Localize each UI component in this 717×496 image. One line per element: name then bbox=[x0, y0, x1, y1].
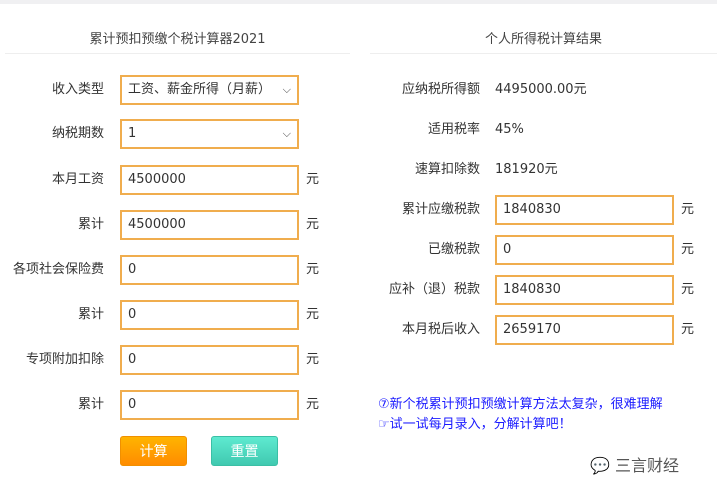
watermark: 💬 三言财经 bbox=[590, 452, 679, 476]
field-input[interactable]: 0 bbox=[120, 345, 299, 375]
period-value: 1 bbox=[128, 126, 137, 141]
field-input[interactable]: 4500000 bbox=[120, 165, 299, 195]
divider bbox=[5, 53, 350, 54]
chevron-down-icon: ⌵ bbox=[282, 83, 291, 96]
field-label: 累计 bbox=[77, 307, 104, 322]
result-title: 个人所得税计算结果 bbox=[484, 32, 602, 47]
unit-label: 元 bbox=[681, 322, 695, 337]
field-label: 各项社会保险费 bbox=[12, 262, 104, 277]
tax-rate-value: 45% bbox=[495, 122, 524, 137]
period-label: 纳税期数 bbox=[51, 126, 104, 141]
income-type-select[interactable]: 工资、薪金所得（月薪） ⌵ bbox=[120, 75, 299, 105]
field-label: 专项附加扣除 bbox=[25, 352, 104, 367]
field-input[interactable]: 0 bbox=[120, 300, 299, 330]
quick-deduction-value: 181920元 bbox=[495, 162, 558, 177]
field-label: 累计应缴税款 bbox=[401, 202, 480, 217]
field-label: 本月工资 bbox=[51, 172, 104, 187]
calculator-title: 累计预扣预缴个税计算器2021 bbox=[89, 32, 266, 47]
field-input[interactable]: 0 bbox=[120, 255, 299, 285]
field-input[interactable]: 0 bbox=[120, 390, 299, 420]
unit-label: 元 bbox=[681, 242, 695, 257]
field-label: 累计 bbox=[77, 217, 104, 232]
taxable-income-value: 4495000.00元 bbox=[495, 82, 587, 97]
unit-label: 元 bbox=[306, 307, 320, 322]
quick-deduction-label: 速算扣除数 bbox=[414, 162, 480, 177]
unit-label: 元 bbox=[681, 282, 695, 297]
top-bar bbox=[0, 0, 717, 4]
field-input[interactable]: 4500000 bbox=[120, 210, 299, 240]
unit-label: 元 bbox=[306, 397, 320, 412]
field-label: 应补（退）税款 bbox=[388, 282, 480, 297]
period-select[interactable]: 1 ⌵ bbox=[120, 119, 299, 149]
income-type-label: 收入类型 bbox=[51, 82, 104, 97]
watermark-text: 三言财经 bbox=[615, 456, 680, 475]
reset-button[interactable]: 重置 bbox=[211, 436, 278, 466]
divider bbox=[370, 53, 717, 54]
tax-rate-label: 适用税率 bbox=[427, 122, 480, 137]
unit-label: 元 bbox=[306, 352, 320, 367]
try-note[interactable]: ☞试一试每月录入，分解计算吧！ bbox=[378, 415, 572, 435]
income-type-value: 工资、薪金所得（月薪） bbox=[128, 82, 272, 97]
unit-label: 元 bbox=[306, 172, 320, 187]
unit-label: 元 bbox=[681, 202, 695, 217]
help-note[interactable]: ⑦新个税累计预扣预缴计算方法太复杂，很难理解 bbox=[378, 395, 663, 415]
field-label: 已缴税款 bbox=[427, 242, 480, 257]
field-label: 本月税后收入 bbox=[401, 322, 480, 337]
field-label: 累计 bbox=[77, 397, 104, 412]
unit-label: 元 bbox=[306, 262, 320, 277]
field-input[interactable]: 0 bbox=[495, 235, 674, 265]
field-input[interactable]: 1840830 bbox=[495, 195, 674, 225]
wechat-icon: 💬 bbox=[590, 456, 610, 475]
chevron-down-icon: ⌵ bbox=[282, 127, 291, 140]
taxable-income-label: 应纳税所得额 bbox=[401, 82, 480, 97]
unit-label: 元 bbox=[306, 217, 320, 232]
calculate-button[interactable]: 计算 bbox=[120, 436, 187, 466]
field-input[interactable]: 2659170 bbox=[495, 315, 674, 345]
field-input[interactable]: 1840830 bbox=[495, 275, 674, 305]
